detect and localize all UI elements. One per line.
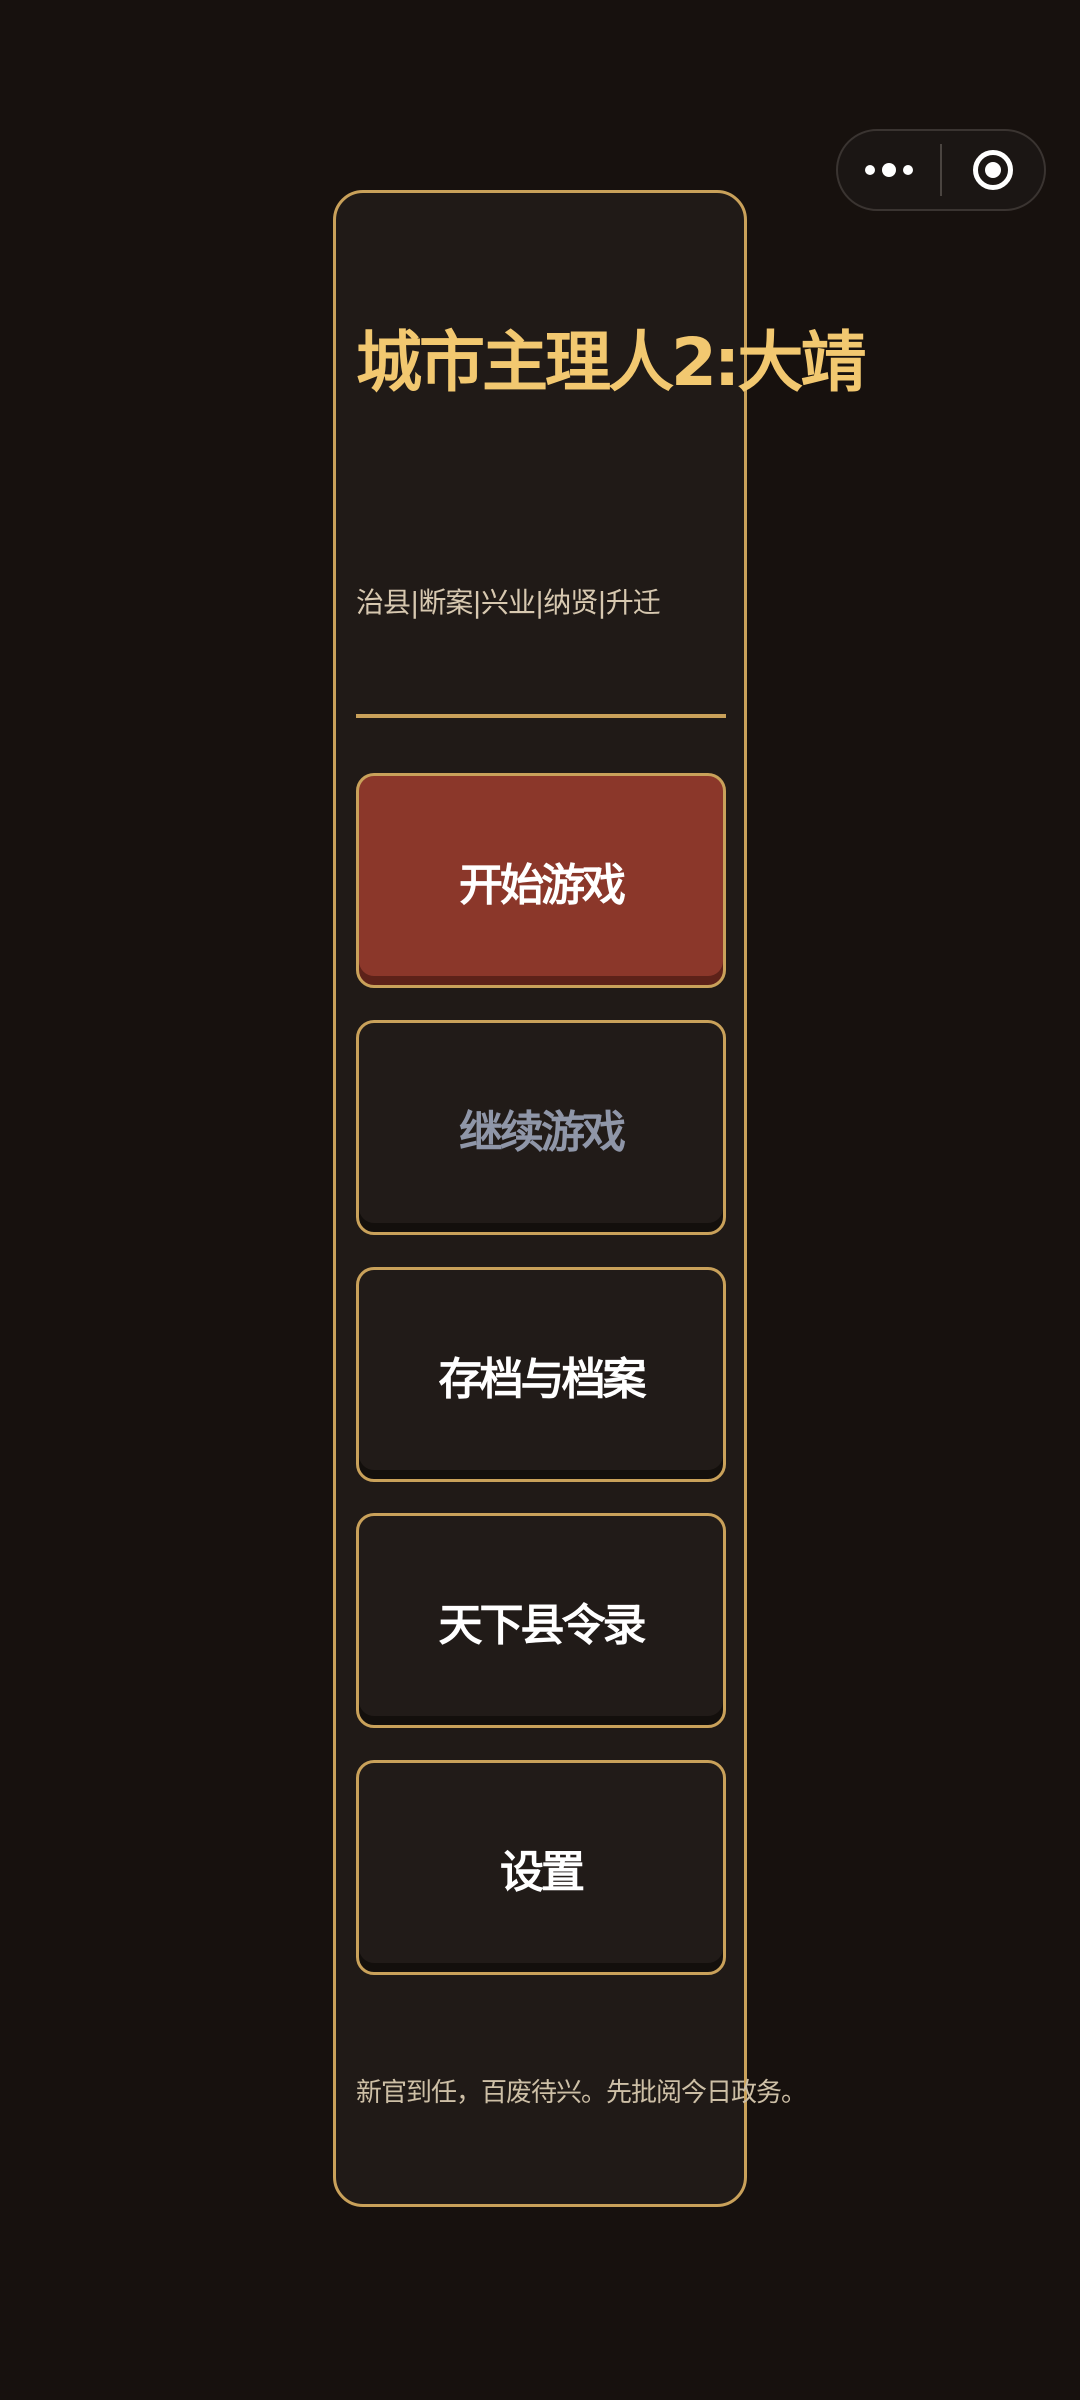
screen: 城市主理人2:大靖 治县|断案|兴业|纳贤|升迁 开始游戏 继续游戏 存档与档案… <box>0 0 1080 2400</box>
settings-label: 设置 <box>500 1846 585 1898</box>
more-dots-icon-center <box>882 163 896 177</box>
magistrate-roster-button[interactable]: 天下县令录 <box>356 1513 726 1728</box>
more-dots-icon <box>865 165 875 175</box>
continue-game-label: 继续游戏 <box>459 1106 626 1158</box>
start-game-label: 开始游戏 <box>459 859 626 911</box>
title-divider <box>356 714 726 718</box>
save-archive-button[interactable]: 存档与档案 <box>356 1267 726 1482</box>
footer-hint: 新官到任，百废待兴。先批阅今日政务。 <box>356 2078 807 2108</box>
continue-game-button[interactable]: 继续游戏 <box>356 1020 726 1235</box>
game-subtitle: 治县|断案|兴业|纳贤|升迁 <box>356 586 661 619</box>
more-dots-icon-right <box>903 165 913 175</box>
magistrate-roster-label: 天下县令录 <box>438 1599 647 1651</box>
game-title: 城市主理人2:大靖 <box>356 324 866 401</box>
more-button[interactable] <box>838 131 940 209</box>
start-game-button[interactable]: 开始游戏 <box>356 773 726 988</box>
miniprogram-capsule <box>836 129 1046 211</box>
close-button[interactable] <box>942 131 1044 209</box>
settings-button[interactable]: 设置 <box>356 1760 726 1975</box>
target-close-icon <box>972 150 1013 190</box>
main-menu-card: 城市主理人2:大靖 治县|断案|兴业|纳贤|升迁 开始游戏 继续游戏 存档与档案… <box>333 190 866 2207</box>
save-archive-label: 存档与档案 <box>438 1353 647 1405</box>
